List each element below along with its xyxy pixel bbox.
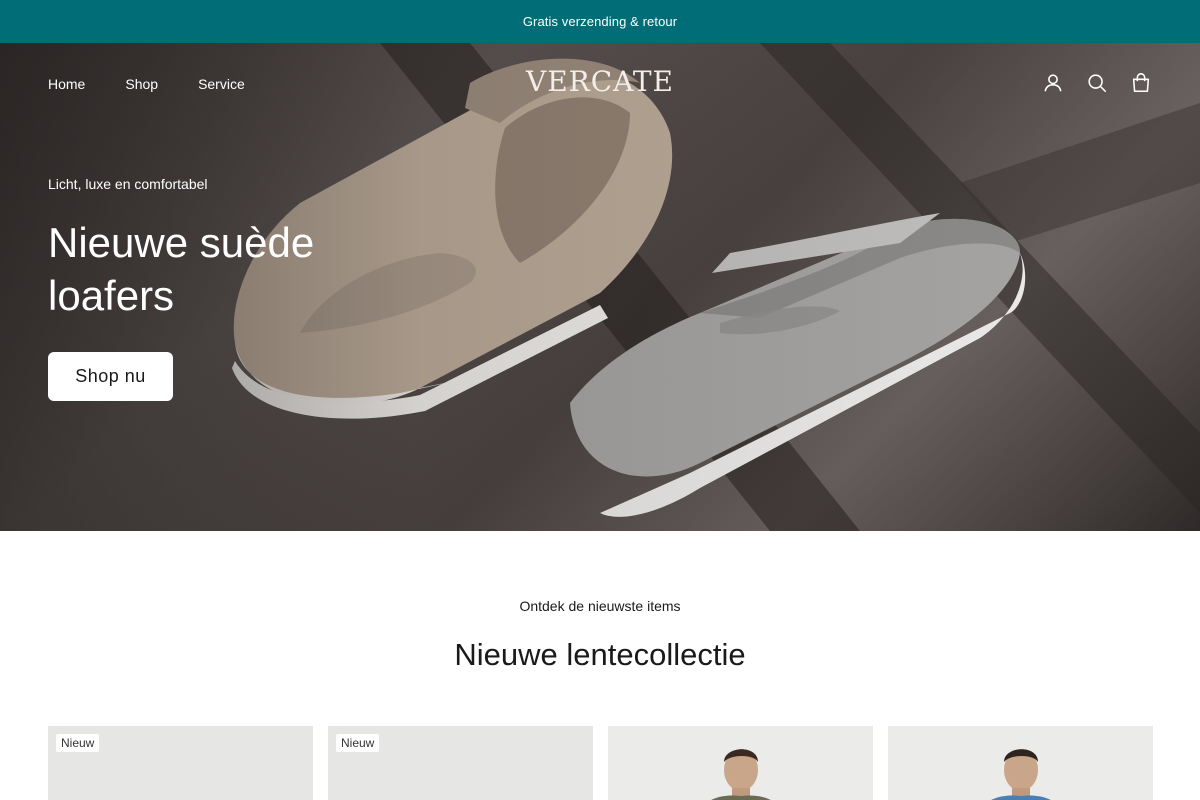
new-badge: Nieuw	[336, 734, 380, 752]
shop-now-button[interactable]: Shop nu	[48, 352, 173, 401]
hero-subtitle: Licht, luxe en comfortabel	[48, 176, 208, 192]
collection-eyebrow: Ontdek de nieuwste items	[519, 598, 681, 614]
product-grid: Nieuw Nieuw	[48, 726, 1153, 800]
product-card[interactable]	[608, 726, 873, 800]
nav-shop[interactable]: Shop	[125, 76, 158, 92]
product-card[interactable]: Nieuw	[48, 726, 313, 800]
cart-icon[interactable]	[1130, 72, 1152, 94]
brand-logo[interactable]: VERCATE	[526, 65, 674, 98]
new-badge: Nieuw	[56, 734, 100, 752]
product-image-model	[608, 726, 873, 800]
nav-home[interactable]: Home	[48, 76, 85, 92]
announcement-bar: Gratis verzending & retour	[0, 0, 1200, 43]
search-icon[interactable]	[1086, 72, 1108, 94]
main-nav: Home Shop Service	[48, 76, 245, 92]
announcement-text: Gratis verzending & retour	[522, 14, 678, 29]
nav-service[interactable]: Service	[198, 76, 245, 92]
product-image-model	[888, 726, 1153, 800]
product-card[interactable]	[888, 726, 1153, 800]
collection-title: Nieuwe lentecollectie	[454, 637, 746, 672]
hero-banner: Home Shop Service VERCATE Licht, luxe en…	[0, 43, 1200, 531]
product-card[interactable]: Nieuw	[328, 726, 593, 800]
account-icon[interactable]	[1042, 72, 1064, 94]
header-icons	[1042, 72, 1152, 94]
hero-title: Nieuwe suède loafers	[48, 219, 315, 319]
